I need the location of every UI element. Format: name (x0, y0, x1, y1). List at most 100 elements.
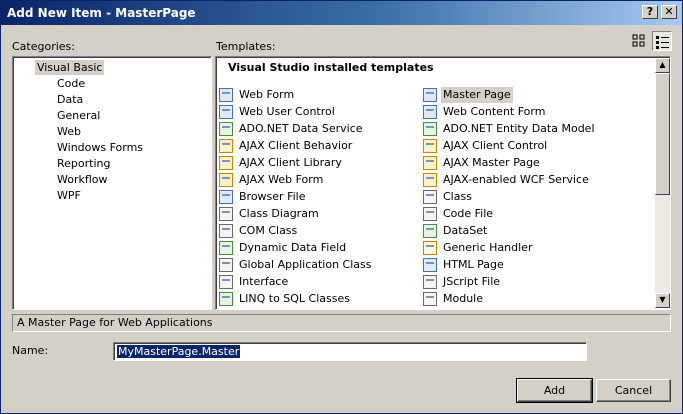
template-item[interactable]: ADO.NET Data Service (219, 121, 419, 137)
template-label: HTML Page (443, 258, 504, 271)
large-icons-view-button[interactable] (629, 31, 649, 51)
template-item[interactable]: Web User Control (219, 104, 419, 120)
template-icon (423, 241, 437, 255)
template-label: AJAX Client Library (239, 156, 342, 169)
template-icon (423, 139, 437, 153)
window-title: Add New Item - MasterPage (7, 6, 196, 20)
template-label: Class (443, 190, 472, 203)
category-item[interactable]: Web (55, 124, 83, 139)
help-button[interactable]: ? (642, 5, 658, 19)
template-item[interactable]: COM Class (219, 223, 419, 239)
template-label: AJAX Client Control (443, 139, 548, 152)
cancel-button[interactable]: Cancel (596, 379, 671, 402)
template-label: Web User Control (239, 105, 335, 118)
template-label: Interface (239, 275, 289, 288)
template-label: COM Class (239, 224, 298, 237)
add-new-item-dialog: Add New Item - MasterPage ? ✕ Categories… (0, 0, 683, 414)
scroll-up-arrow-icon[interactable]: ▲ (655, 58, 670, 73)
template-icon (219, 139, 233, 153)
template-item[interactable]: Generic Handler (423, 240, 623, 256)
category-item[interactable]: Code (55, 76, 87, 91)
template-icon (423, 105, 437, 119)
template-item[interactable]: JScript File (423, 274, 623, 290)
category-item[interactable]: General (55, 108, 102, 123)
template-icon (219, 292, 233, 306)
template-item[interactable]: Code File (423, 206, 623, 222)
category-item[interactable]: WPF (55, 188, 83, 203)
template-item[interactable]: Browser File (219, 189, 419, 205)
template-item[interactable]: Dynamic Data Field (219, 240, 419, 256)
template-icon (423, 88, 437, 102)
template-item[interactable]: AJAX Client Behavior (219, 138, 419, 154)
small-icons-icon (656, 36, 669, 49)
template-label: Web Form (239, 88, 295, 101)
template-label: ADO.NET Entity Data Model (443, 122, 595, 135)
category-item[interactable]: Data (55, 92, 85, 107)
template-item[interactable]: AJAX-enabled WCF Service (423, 172, 623, 188)
template-icon (423, 275, 437, 289)
template-item[interactable]: HTML Page (423, 257, 623, 273)
categories-label: Categories: (12, 40, 75, 53)
template-item[interactable]: Web Content Form (423, 104, 623, 120)
category-item[interactable]: Windows Forms (55, 140, 145, 155)
small-icons-view-button[interactable] (652, 31, 672, 51)
template-icon (219, 275, 233, 289)
template-item[interactable]: AJAX Client Library (219, 155, 419, 171)
name-field[interactable]: MyMasterPage.Master (113, 342, 587, 361)
template-icon (219, 173, 233, 187)
template-label: AJAX Web Form (239, 173, 324, 186)
templates-scrollbar[interactable]: ▲ ▼ (655, 58, 670, 308)
template-icon (219, 207, 233, 221)
large-icons-icon (632, 34, 645, 47)
template-label: Web Content Form (443, 105, 546, 118)
template-item[interactable]: LINQ to SQL Classes (219, 291, 419, 307)
template-label: Global Application Class (239, 258, 372, 271)
template-label: AJAX Client Behavior (239, 139, 353, 152)
template-label: ADO.NET Data Service (239, 122, 363, 135)
title-bar[interactable]: Add New Item - MasterPage ? ✕ (1, 1, 682, 25)
template-item[interactable]: Class (423, 189, 623, 205)
template-label: Code File (443, 207, 494, 220)
template-label: AJAX Master Page (443, 156, 540, 169)
template-item[interactable]: AJAX Client Control (423, 138, 623, 154)
template-label: AJAX-enabled WCF Service (443, 173, 589, 186)
template-item[interactable]: AJAX Web Form (219, 172, 419, 188)
categories-tree[interactable]: Visual Basic Code Data General Web Windows Fo… (12, 56, 212, 310)
category-item[interactable]: Workflow (55, 172, 110, 187)
template-icon (423, 173, 437, 187)
template-label: Class Diagram (239, 207, 319, 220)
name-label: Name: (12, 344, 49, 357)
template-icon (219, 156, 233, 170)
add-button[interactable]: Add (516, 378, 593, 403)
scroll-thumb[interactable] (655, 73, 670, 195)
template-item[interactable]: Global Application Class (219, 257, 419, 273)
template-item[interactable]: Interface (219, 274, 419, 290)
template-icon (423, 292, 437, 306)
template-icon (423, 190, 437, 204)
category-item[interactable]: Visual Basic (35, 60, 105, 75)
template-item[interactable]: ADO.NET Entity Data Model (423, 121, 623, 137)
template-icon (423, 156, 437, 170)
template-label: DataSet (443, 224, 488, 237)
template-item[interactable]: Class Diagram (219, 206, 419, 222)
template-label: Dynamic Data Field (239, 241, 347, 254)
template-icon (423, 224, 437, 238)
template-icon (219, 105, 233, 119)
scroll-down-arrow-icon[interactable]: ▼ (655, 293, 670, 308)
template-item[interactable]: Web Form (219, 87, 419, 103)
template-item[interactable]: Module (423, 291, 623, 307)
template-icon (423, 258, 437, 272)
templates-list[interactable]: Visual Studio installed templates Web Fo… (215, 56, 671, 310)
templates-label: Templates: (216, 40, 276, 53)
close-button[interactable]: ✕ (661, 5, 677, 19)
template-description: A Master Page for Web Applications (12, 314, 671, 332)
template-item[interactable]: DataSet (423, 223, 623, 239)
category-item[interactable]: Reporting (55, 156, 112, 171)
template-icon (219, 241, 233, 255)
template-item[interactable]: AJAX Master Page (423, 155, 623, 171)
template-icon (423, 207, 437, 221)
template-label: Master Page (441, 87, 513, 103)
template-icon (219, 224, 233, 238)
template-label: JScript File (443, 275, 501, 288)
template-item[interactable]: Master Page (423, 87, 623, 103)
